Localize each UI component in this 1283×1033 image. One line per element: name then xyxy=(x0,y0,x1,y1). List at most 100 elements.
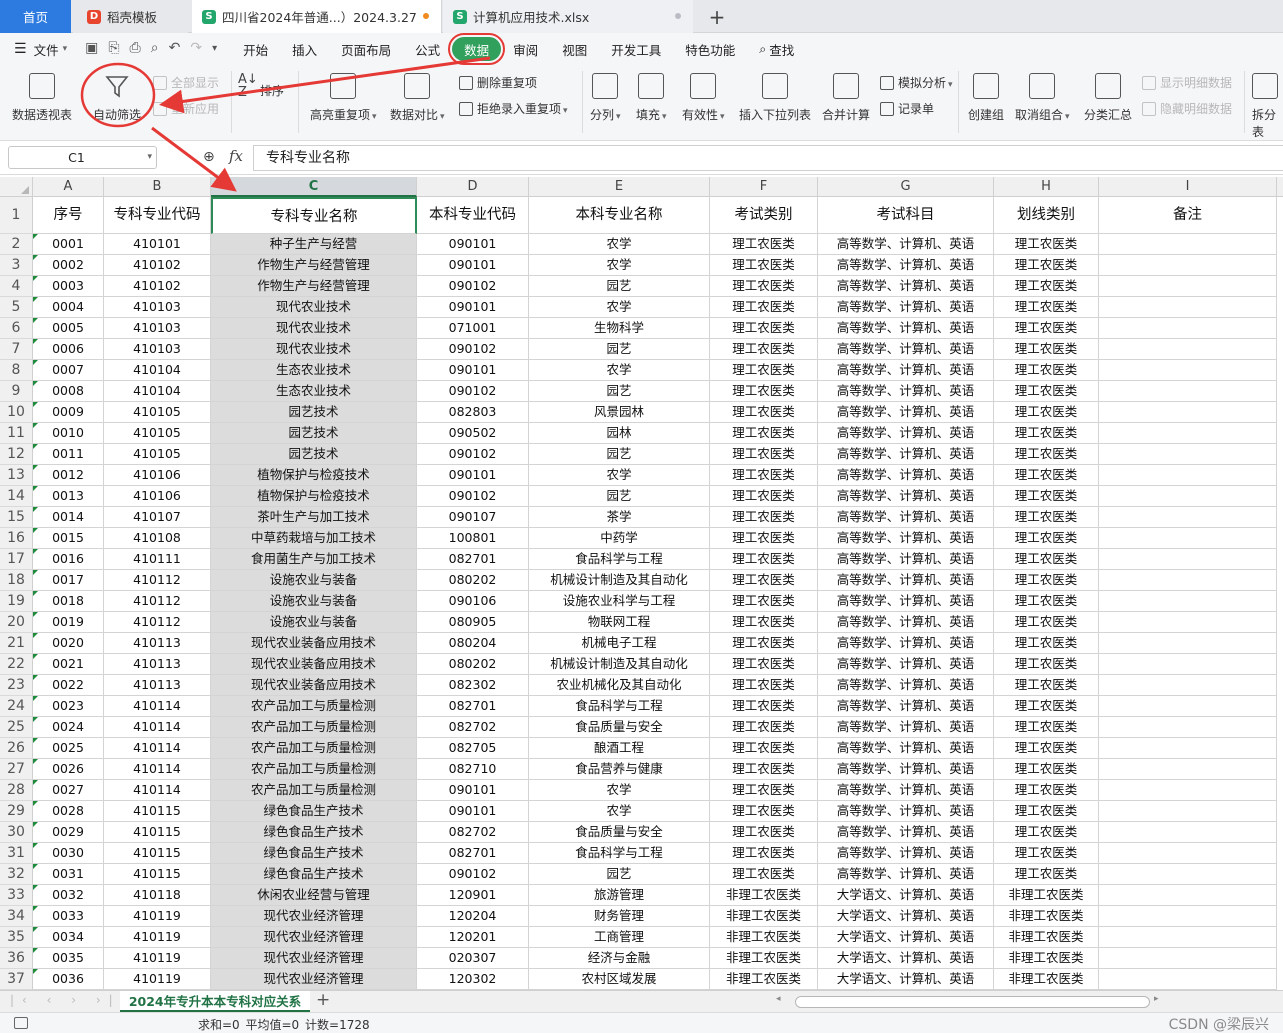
table-cell[interactable]: 理工农医类 xyxy=(710,318,818,339)
table-cell[interactable]: 理工农医类 xyxy=(994,633,1099,654)
table-cell[interactable]: 理工农医类 xyxy=(994,486,1099,507)
table-cell[interactable]: 082701 xyxy=(417,696,529,717)
tab-home[interactable]: 首页 xyxy=(0,0,71,33)
table-cell[interactable]: 高等数学、计算机、英语 xyxy=(818,843,994,864)
table-cell[interactable]: 082702 xyxy=(417,822,529,843)
table-cell[interactable]: 园艺 xyxy=(529,864,710,885)
search-button[interactable]: ⌕ 查找 xyxy=(747,37,806,61)
table-cell[interactable]: 理工农医类 xyxy=(710,780,818,801)
table-cell[interactable]: 农产品加工与质量检测 xyxy=(211,717,417,738)
table-cell[interactable]: 大学语文、计算机、英语 xyxy=(818,885,994,906)
table-cell[interactable]: 410111 xyxy=(104,549,211,570)
menu-tab-5[interactable]: 审阅 xyxy=(501,37,550,61)
table-cell[interactable]: 090102 xyxy=(417,444,529,465)
table-cell[interactable]: 410112 xyxy=(104,570,211,591)
table-cell[interactable]: 理工农医类 xyxy=(994,717,1099,738)
fill-button[interactable]: 填充 xyxy=(636,73,667,123)
table-cell[interactable]: 080905 xyxy=(417,612,529,633)
row-number[interactable]: 31 xyxy=(0,843,33,864)
table-cell[interactable]: 高等数学、计算机、英语 xyxy=(818,675,994,696)
row-number[interactable]: 13 xyxy=(0,465,33,486)
row-number[interactable]: 9 xyxy=(0,381,33,402)
table-cell[interactable]: 120201 xyxy=(417,927,529,948)
table-cell[interactable]: 理工农医类 xyxy=(994,822,1099,843)
table-cell[interactable]: 090101 xyxy=(417,780,529,801)
table-cell[interactable]: 理工农医类 xyxy=(710,465,818,486)
table-cell[interactable]: 082803 xyxy=(417,402,529,423)
table-cell[interactable]: 机械设计制造及其自动化 xyxy=(529,654,710,675)
export-icon[interactable]: ⎘ xyxy=(108,40,119,58)
table-cell[interactable]: 410113 xyxy=(104,675,211,696)
table-cell[interactable]: 食品质量与安全 xyxy=(529,717,710,738)
table-cell[interactable]: 0026 xyxy=(33,759,104,780)
table-cell[interactable] xyxy=(1099,612,1277,633)
table-cell[interactable] xyxy=(1099,654,1277,675)
row-number[interactable]: 36 xyxy=(0,948,33,969)
table-cell[interactable] xyxy=(1099,717,1277,738)
sheet-nav-arrows-icon[interactable]: |‹ ‹ › ›| xyxy=(10,993,121,1007)
table-cell[interactable]: 高等数学、计算机、英语 xyxy=(818,507,994,528)
table-cell[interactable] xyxy=(1099,675,1277,696)
table-cell[interactable]: 0011 xyxy=(33,444,104,465)
table-cell[interactable]: 食品质量与安全 xyxy=(529,822,710,843)
zoom-formula-icon[interactable]: ⊕ xyxy=(203,149,215,165)
table-cell[interactable]: 082302 xyxy=(417,675,529,696)
table-cell[interactable]: 非理工农医类 xyxy=(710,948,818,969)
table-cell[interactable]: 理工农医类 xyxy=(710,507,818,528)
table-cell[interactable]: 高等数学、计算机、英语 xyxy=(818,801,994,822)
table-cell[interactable] xyxy=(1099,507,1277,528)
select-all-corner[interactable] xyxy=(0,177,33,197)
table-cell[interactable]: 080202 xyxy=(417,570,529,591)
table-cell[interactable]: 理工农医类 xyxy=(994,654,1099,675)
horizontal-scrollbar[interactable] xyxy=(795,996,1150,1008)
row-number[interactable]: 29 xyxy=(0,801,33,822)
table-cell[interactable]: 现代农业装备应用技术 xyxy=(211,675,417,696)
table-cell[interactable]: 理工农医类 xyxy=(994,570,1099,591)
table-cell[interactable]: 082705 xyxy=(417,738,529,759)
table-cell[interactable] xyxy=(1099,822,1277,843)
row-number[interactable]: 18 xyxy=(0,570,33,591)
table-cell[interactable]: 理工农医类 xyxy=(710,738,818,759)
ungroup-button[interactable]: 取消组合 xyxy=(1015,73,1070,123)
table-cell[interactable]: 农产品加工与质量检测 xyxy=(211,696,417,717)
header-cell[interactable]: 专科专业代码 xyxy=(104,197,211,234)
table-cell[interactable]: 农产品加工与质量检测 xyxy=(211,738,417,759)
table-cell[interactable]: 理工农医类 xyxy=(710,486,818,507)
table-cell[interactable] xyxy=(1099,339,1277,360)
table-cell[interactable]: 120901 xyxy=(417,885,529,906)
save-icon[interactable]: ▣ xyxy=(85,40,98,58)
table-cell[interactable]: 090101 xyxy=(417,801,529,822)
table-cell[interactable]: 理工农医类 xyxy=(994,864,1099,885)
tab-sichuan-file[interactable]: S 四川省2024年普通...）2024.3.27 xyxy=(192,0,442,33)
table-cell[interactable] xyxy=(1099,591,1277,612)
table-cell[interactable]: 农学 xyxy=(529,234,710,255)
table-cell[interactable]: 现代农业技术 xyxy=(211,339,417,360)
table-cell[interactable]: 082702 xyxy=(417,717,529,738)
table-cell[interactable]: 理工农医类 xyxy=(994,360,1099,381)
table-cell[interactable]: 0007 xyxy=(33,360,104,381)
row-number[interactable]: 5 xyxy=(0,297,33,318)
reject-duplicates-button[interactable]: 拒绝录入重复项 xyxy=(459,100,568,117)
table-cell[interactable]: 090102 xyxy=(417,339,529,360)
table-cell[interactable] xyxy=(1099,864,1277,885)
table-cell[interactable] xyxy=(1099,780,1277,801)
table-cell[interactable]: 高等数学、计算机、英语 xyxy=(818,423,994,444)
table-cell[interactable]: 非理工农医类 xyxy=(710,969,818,990)
menu-tab-7[interactable]: 开发工具 xyxy=(599,37,673,61)
table-cell[interactable]: 410102 xyxy=(104,276,211,297)
file-menu[interactable]: ☰ 文件 ▾ xyxy=(14,40,67,59)
table-cell[interactable]: 080204 xyxy=(417,633,529,654)
table-cell[interactable]: 理工农医类 xyxy=(994,780,1099,801)
table-cell[interactable]: 410102 xyxy=(104,255,211,276)
table-cell[interactable]: 设施农业与装备 xyxy=(211,591,417,612)
table-cell[interactable]: 082701 xyxy=(417,549,529,570)
table-cell[interactable]: 高等数学、计算机、英语 xyxy=(818,591,994,612)
table-cell[interactable]: 食品科学与工程 xyxy=(529,843,710,864)
table-cell[interactable]: 农学 xyxy=(529,465,710,486)
table-cell[interactable]: 农产品加工与质量检测 xyxy=(211,780,417,801)
table-cell[interactable]: 高等数学、计算机、英语 xyxy=(818,444,994,465)
table-cell[interactable]: 080202 xyxy=(417,654,529,675)
table-cell[interactable]: 农学 xyxy=(529,801,710,822)
table-cell[interactable]: 高等数学、计算机、英语 xyxy=(818,381,994,402)
table-cell[interactable]: 非理工农医类 xyxy=(994,969,1099,990)
